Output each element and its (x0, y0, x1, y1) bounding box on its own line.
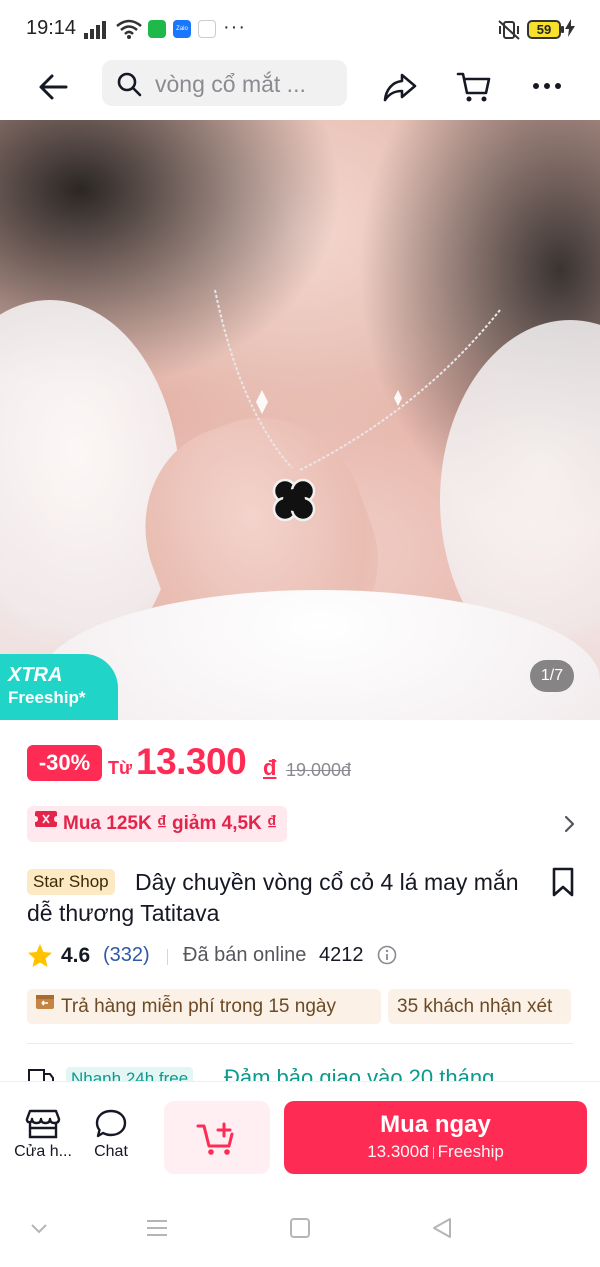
system-back-icon[interactable] (430, 1217, 454, 1244)
image-counter: 1/7 (530, 660, 574, 692)
free-returns-chip[interactable]: Trả hàng miễn phí trong 15 ngày (27, 989, 381, 1024)
xtra-freeship-badge: XTRA Freeship* (0, 654, 118, 720)
xtra-badge-title: XTRA (8, 664, 63, 686)
promo-voucher[interactable]: Mua 125K ₫ giảm 4,5K ₫ (27, 806, 287, 842)
buy-now-shipping: Freeship (437, 1142, 504, 1161)
delivery-truck-icon (27, 1066, 55, 1082)
shop-label: Cửa h... (14, 1143, 72, 1160)
customer-reviews-chip[interactable]: 35 khách nhận xét (388, 989, 571, 1024)
more-icon (533, 83, 561, 89)
charging-icon (565, 19, 575, 42)
wifi-icon (116, 19, 142, 44)
free-returns-text: Trả hàng miễn phí trong 15 ngày (61, 996, 336, 1017)
hide-nav-chevron-icon[interactable] (28, 1217, 50, 1244)
promo-chevron-icon[interactable] (557, 812, 581, 836)
bookmark-button[interactable] (548, 866, 578, 898)
rating-divider (167, 949, 168, 965)
buy-now-button[interactable]: Mua ngay 13.300đ Freeship (284, 1101, 587, 1174)
price-currency: đ (263, 755, 277, 780)
back-button[interactable] (34, 67, 74, 107)
zalo-icon: Zalo (173, 20, 191, 38)
status-time: 19:14 (26, 17, 77, 39)
discount-badge: -30% (27, 745, 102, 781)
cart-icon (456, 72, 491, 102)
chat-label: Chat (94, 1143, 128, 1160)
status-bar: 19:14 Zalo ··· 59 (0, 0, 600, 58)
battery-icon: 59 (527, 20, 564, 39)
current-price: 13.300 (136, 741, 247, 782)
buy-now-separator (432, 1146, 434, 1159)
promo-text: Mua 125K ₫ giảm 4,5K ₫ (63, 813, 277, 834)
recent-apps-icon[interactable] (145, 1217, 169, 1244)
top-nav: vòng cổ mắt ... (0, 58, 600, 120)
chat-button[interactable]: Chat (80, 1108, 142, 1178)
star-icon (27, 943, 53, 974)
return-box-icon (35, 989, 55, 1022)
buy-now-price: 13.300đ (367, 1142, 429, 1161)
home-icon[interactable] (288, 1217, 312, 1244)
add-to-cart-button[interactable] (164, 1101, 270, 1174)
buy-now-subtitle: 13.300đ Freeship (284, 1142, 587, 1162)
review-count-link[interactable]: (332) (103, 944, 150, 967)
add-to-cart-icon (196, 1122, 234, 1155)
system-nav-bar (0, 1191, 600, 1267)
xtra-badge-subtitle: Freeship* (8, 688, 86, 707)
cart-button[interactable] (454, 66, 494, 106)
share-icon (383, 73, 417, 102)
shop-badge[interactable]: Star Shop (27, 869, 115, 895)
signal-icon (84, 21, 110, 44)
info-icon[interactable] (376, 944, 398, 971)
product-image-carousel[interactable]: XTRA Freeship* 1/7 (0, 120, 600, 720)
share-button[interactable] (380, 67, 420, 107)
voucher-icon (35, 804, 57, 840)
notification-shop-icon (198, 20, 216, 38)
search-query: vòng cổ mắt ... (155, 71, 306, 97)
more-notifications-icon: ··· (223, 16, 246, 38)
search-icon (116, 71, 142, 102)
section-divider (27, 1043, 573, 1044)
necklace-image (214, 289, 501, 522)
back-arrow-icon (39, 74, 68, 100)
shop-button[interactable]: Cửa h... (8, 1108, 78, 1178)
delivery-guarantee-text: Đảm bảo giao vào 20 tháng (224, 1065, 495, 1082)
price-from-label: Từ (108, 758, 133, 778)
chat-bubble-icon (95, 1109, 127, 1138)
notification-app-icon (148, 20, 166, 38)
rating-value: 4.6 (61, 944, 91, 967)
store-icon (25, 1109, 61, 1139)
buy-now-label: Mua ngay (380, 1111, 491, 1138)
search-bar[interactable]: vòng cổ mắt ... (102, 60, 347, 106)
sold-count: 4212 (319, 944, 364, 966)
vibrate-icon (497, 19, 521, 46)
sold-label: Đã bán online (183, 944, 307, 966)
bottom-action-bar: Cửa h... Chat Mua ngay 13.300đ Freeship (0, 1081, 600, 1191)
more-button[interactable] (527, 66, 567, 106)
original-price: 19.000đ (286, 760, 352, 780)
fast-shipping-badge: Nhanh 24h free (66, 1067, 194, 1082)
bookmark-icon (552, 867, 574, 897)
shipping-row[interactable]: Nhanh 24h free Đảm bảo giao vào 20 tháng (0, 1060, 600, 1082)
